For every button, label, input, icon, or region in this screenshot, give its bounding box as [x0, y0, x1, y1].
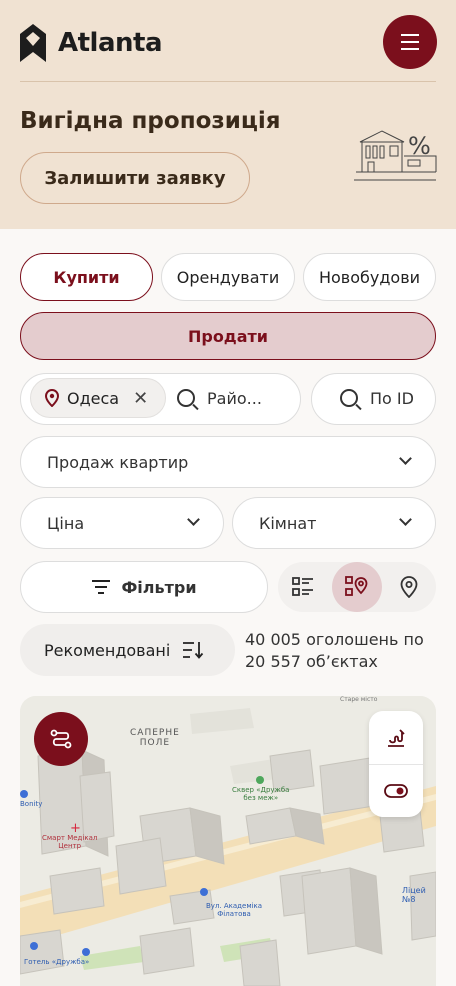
property-type-select[interactable]: Продаж квартир [20, 436, 436, 488]
map-label-square-line-2: без меж» [243, 794, 279, 802]
map-label-clinic-line-2: Центр [58, 842, 82, 850]
draw-icon [388, 728, 405, 747]
map-pin-icon [45, 389, 59, 407]
atlanta-logo-icon [20, 24, 46, 62]
map-label-area-line-2: ПОЛЕ [139, 738, 171, 748]
district-input[interactable]: Райо... [207, 389, 262, 408]
map-label-bonity: Bonity [20, 800, 43, 808]
map-label-square-line-1: Сквер «Дружба [232, 786, 290, 794]
map-label-lyceum: Ліцей №8 [402, 886, 426, 904]
tab-new-buildings[interactable]: Новобудови [303, 253, 436, 301]
chevron-down-icon [399, 452, 412, 465]
chevron-down-icon [187, 513, 200, 526]
city-chip-label: Одеса [67, 388, 120, 408]
toggle-icon [384, 783, 408, 798]
map-list-icon [345, 576, 368, 596]
menu-button[interactable] [383, 15, 437, 69]
list-icon [292, 577, 313, 596]
search-icon [340, 389, 358, 407]
filters-label: Фільтри [121, 577, 197, 597]
view-map-list-button[interactable] [332, 562, 382, 612]
map-label-square: Сквер «Дружба без меж» [232, 786, 289, 802]
id-search-field[interactable]: По ID [311, 373, 436, 425]
header-divider [20, 81, 436, 82]
filter-lines-icon [92, 580, 111, 594]
results-line-2: 20 557 об’єктах [245, 652, 378, 671]
map-label-area-line-1: САПЕРНЕ [130, 728, 180, 738]
tab-sell[interactable]: Продати [20, 312, 436, 360]
rooms-select[interactable]: Кімнат [232, 497, 436, 549]
promo-title: Вигідна пропозиція [20, 108, 281, 134]
map-label-hotel: Готель «Дружба» [24, 958, 90, 966]
leave-request-button[interactable]: Залишити заявку [20, 152, 250, 204]
hamburger-icon [401, 41, 419, 43]
view-list-button[interactable] [278, 562, 328, 612]
map-tools-panel [369, 711, 423, 817]
route-icon [50, 729, 72, 749]
map-pin-icon [400, 576, 418, 598]
view-map-button[interactable] [384, 562, 434, 612]
property-type-value: Продаж квартир [47, 453, 189, 472]
brand-logo[interactable]: Atlanta [20, 24, 163, 62]
id-input[interactable]: По ID [370, 389, 414, 408]
map-label-street-line-1: Вул. Академіка [206, 902, 263, 910]
price-select[interactable]: Ціна [20, 497, 224, 549]
map-label-street: Вул. Академіка Філатова [206, 902, 262, 918]
sort-icon [183, 642, 204, 659]
view-mode-switch [278, 562, 436, 612]
tab-buy[interactable]: Купити [20, 253, 153, 301]
brand-name: Atlanta [58, 28, 163, 58]
chevron-down-icon [399, 513, 412, 526]
sort-label: Рекомендовані [44, 640, 171, 660]
house-percent-icon: % [354, 130, 437, 181]
draw-area-button[interactable] [369, 711, 423, 764]
tab-rent[interactable]: Орендувати [161, 253, 295, 301]
map-label-area: САПЕРНЕ ПОЛЕ [130, 728, 180, 748]
rooms-label: Кімнат [259, 514, 317, 533]
map-view[interactable]: + САПЕРНЕ ПОЛЕ Сквер «Дружба без меж» См… [20, 696, 436, 986]
results-count: 40 005 оголошень по 20 557 об’єктах [245, 629, 424, 673]
svg-text:%: % [408, 132, 431, 160]
results-line-1: 40 005 оголошень по [245, 630, 424, 649]
close-icon[interactable]: ✕ [133, 388, 148, 409]
sort-button[interactable]: Рекомендовані [20, 624, 235, 676]
search-icon [177, 389, 195, 407]
city-chip[interactable]: Одеса ✕ [30, 378, 166, 418]
map-label-clinic-line-1: Смарт Медікал [42, 834, 98, 842]
map-label-corner: Старе місто [340, 696, 378, 703]
map-route-filter-button[interactable] [34, 712, 88, 766]
filters-button[interactable]: Фільтри [20, 561, 268, 613]
price-label: Ціна [47, 514, 85, 533]
map-toggle-button[interactable] [369, 764, 423, 817]
promo-header: Atlanta Вигідна пропозиція Залишити заяв… [0, 0, 456, 229]
map-label-clinic: Смарт Медікал Центр [42, 834, 97, 850]
map-label-street-line-2: Філатова [217, 910, 251, 918]
